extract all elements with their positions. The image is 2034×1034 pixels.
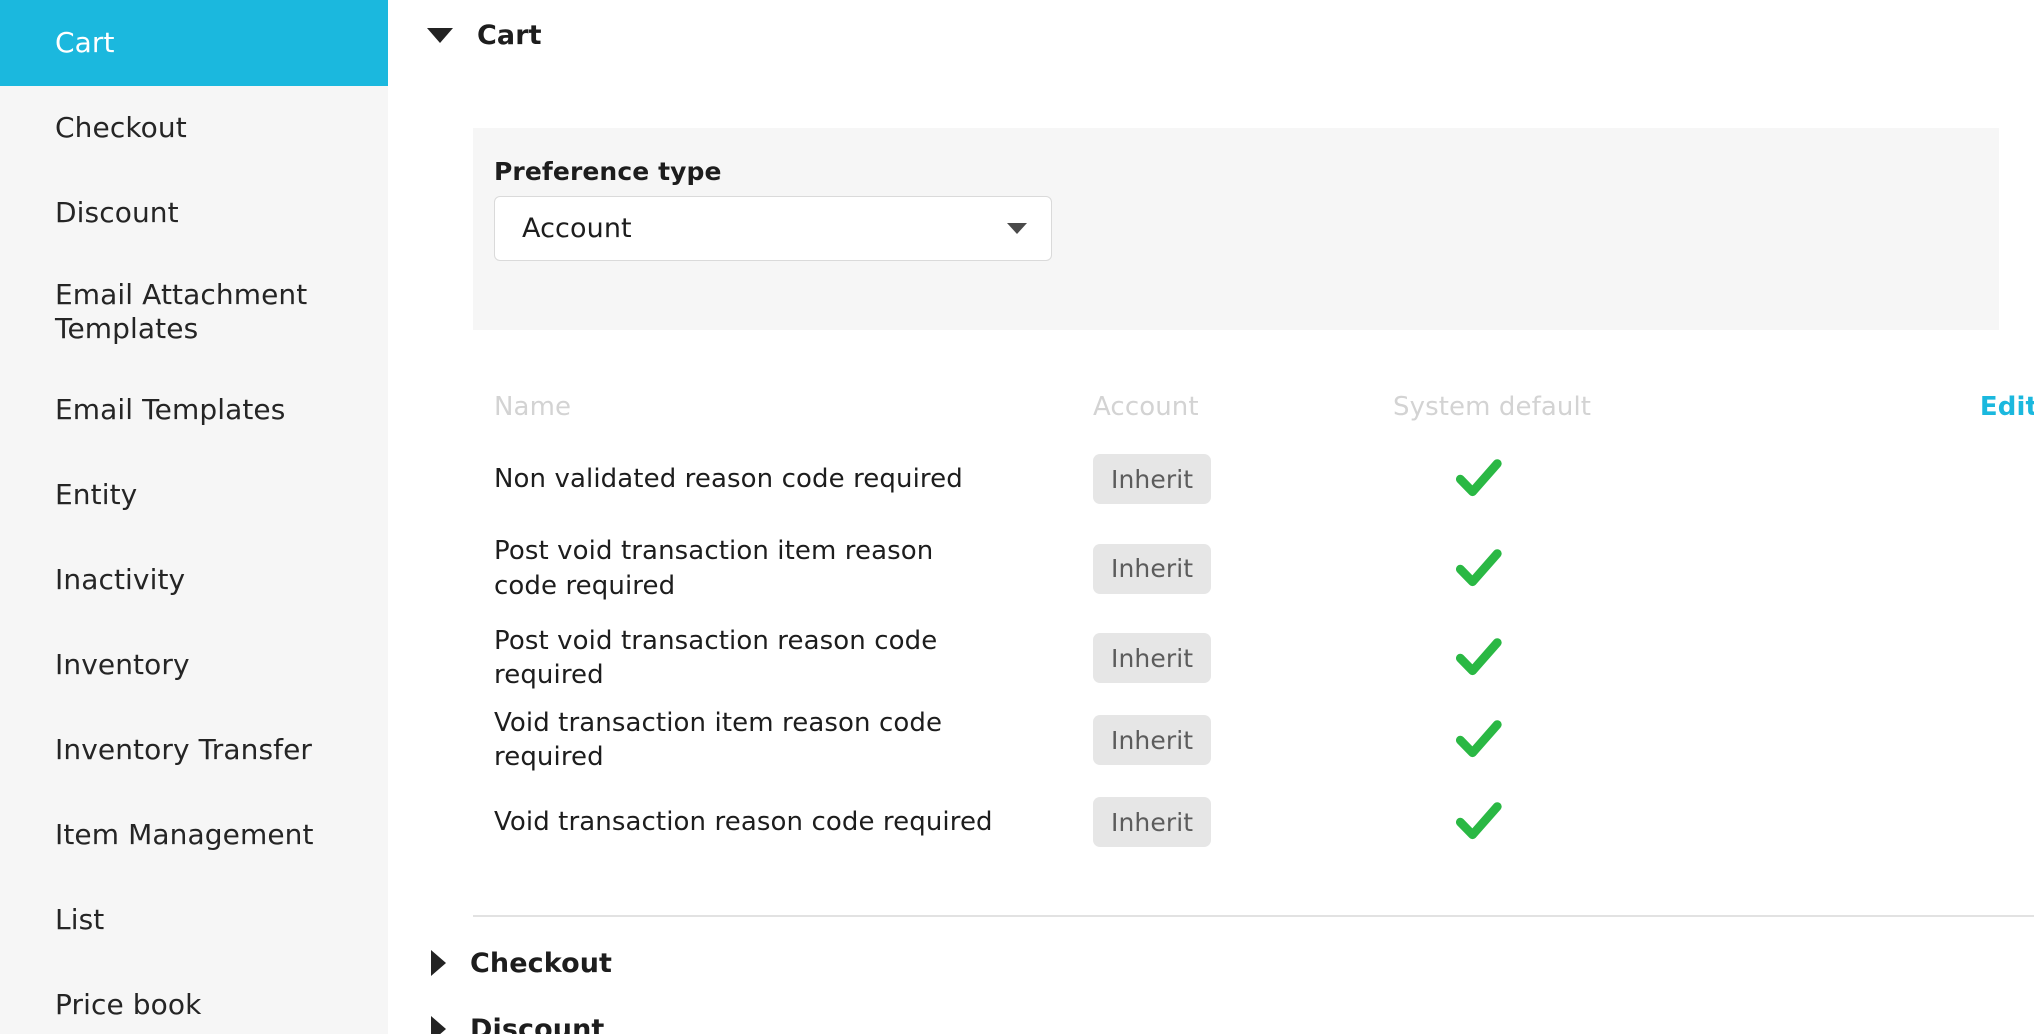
inherit-badge[interactable]: Inherit [1093,715,1212,765]
table-body: Non validated reason code required Inheri… [473,438,2034,863]
sidebar-item-label: Inventory [55,648,190,682]
checkmark-icon [1456,548,1502,586]
cell-preference-name: Void transaction reason code required [473,805,1093,839]
sidebar-item-label: Inactivity [55,563,186,597]
sidebar-item-price-book[interactable]: Price book [0,963,388,1034]
preference-name-text: Post void transaction reason code requir… [494,625,938,690]
cell-account: Inherit [1093,797,1393,847]
sidebar-item-checkout[interactable]: Checkout [0,86,388,171]
app-root: Cart Checkout Discount Email Attachment Tem… [0,0,2034,1034]
sidebar-item-label: Cart [55,25,115,59]
inherit-badge[interactable]: Inherit [1093,633,1212,683]
main-content: Cart Preference type Account Name Accoun… [388,0,2034,1034]
sidebar-item-label: Email Attachment Templates [55,277,308,345]
sidebar-item-label: Inventory Transfer [55,733,313,767]
table-row: Post void transaction item reason code r… [473,520,2034,617]
table-row: Void transaction item reason code requir… [473,699,2034,781]
section-header-checkout[interactable]: Checkout [388,930,2034,996]
table-row: Void transaction reason code required Inh… [473,781,2034,863]
checkmark-icon [1456,720,1502,758]
cell-system-default [1393,459,1823,499]
caret-right-icon[interactable] [431,950,446,976]
checkmark-icon [1456,638,1502,676]
sidebar-item-email-templates[interactable]: Email Templates [0,368,388,453]
column-header-name: Name [494,392,572,422]
preference-type-select[interactable]: Account [494,196,1052,261]
cell-preference-name: Post void transaction item reason code r… [473,534,1093,603]
sidebar-item-item-management[interactable]: Item Management [0,793,388,878]
preference-name-text: Non validated reason code required [494,463,963,494]
section-title-discount: Discount [470,1013,605,1034]
sidebar-item-label: Email Templates [55,393,286,427]
sidebar-item-label: Item Management [55,818,314,852]
sidebar-item-label: Discount [55,196,179,230]
column-header-account: Account [1093,392,1199,422]
table-header-row: Name Account System default Edit [473,376,2034,438]
section-divider [473,915,2034,917]
table-row: Non validated reason code required Inheri… [473,438,2034,520]
cell-account: Inherit [1093,715,1393,765]
section-header-discount[interactable]: Discount [388,996,2034,1034]
sidebar-item-label: Checkout [55,111,187,145]
collapsed-sections-list: Checkout Discount [388,930,2034,1034]
preferences-table: Name Account System default Edit Non val… [473,376,2034,863]
table-row: Post void transaction reason code requir… [473,617,2034,699]
checkmark-icon [1456,802,1502,840]
cell-system-default [1393,802,1823,842]
preference-type-value: Account [522,213,632,244]
cell-system-default [1393,720,1823,760]
cell-account: Inherit [1093,454,1393,504]
sidebar-item-entity[interactable]: Entity [0,453,388,538]
sidebar-item-email-attachment-templates[interactable]: Email Attachment Templates [0,256,388,368]
sidebar-item-cart[interactable]: Cart [0,0,388,86]
preference-name-text: Void transaction reason code required [494,806,993,837]
edit-link[interactable]: Edit [1980,392,2034,422]
caret-right-icon[interactable] [431,1016,446,1034]
cell-preference-name: Non validated reason code required [473,462,1093,496]
cell-system-default [1393,548,1823,589]
sidebar-item-label: List [55,903,105,937]
preference-type-panel: Preference type Account [473,128,1999,330]
section-title-checkout: Checkout [470,947,613,979]
cell-system-default [1393,638,1823,678]
column-header-system-default: System default [1393,392,1592,422]
chevron-down-icon[interactable] [1007,223,1027,234]
sidebar-nav: Cart Checkout Discount Email Attachment Tem… [0,0,388,1034]
sidebar-item-inventory[interactable]: Inventory [0,623,388,708]
section-title-cart: Cart [477,19,542,51]
section-header-cart[interactable]: Cart [388,0,2034,70]
preference-type-label: Preference type [494,157,722,186]
inherit-badge[interactable]: Inherit [1093,454,1212,504]
cell-preference-name: Post void transaction reason code requir… [473,624,1093,693]
checkmark-icon [1456,459,1502,497]
sidebar-item-list[interactable]: List [0,878,388,963]
inherit-badge[interactable]: Inherit [1093,543,1212,594]
caret-down-icon[interactable] [427,27,453,43]
preference-name-text: Post void transaction item reason code r… [494,536,934,601]
sidebar-item-discount[interactable]: Discount [0,171,388,256]
cell-account: Inherit [1093,543,1393,594]
cell-account: Inherit [1093,633,1393,683]
sidebar-item-inactivity[interactable]: Inactivity [0,538,388,623]
inherit-badge[interactable]: Inherit [1093,797,1212,847]
sidebar-item-inventory-transfer[interactable]: Inventory Transfer [0,708,388,793]
cell-preference-name: Void transaction item reason code requir… [473,706,1093,775]
sidebar-item-label: Entity [55,478,138,512]
preference-name-text: Void transaction item reason code requir… [494,707,943,772]
sidebar-item-label: Price book [55,988,202,1022]
